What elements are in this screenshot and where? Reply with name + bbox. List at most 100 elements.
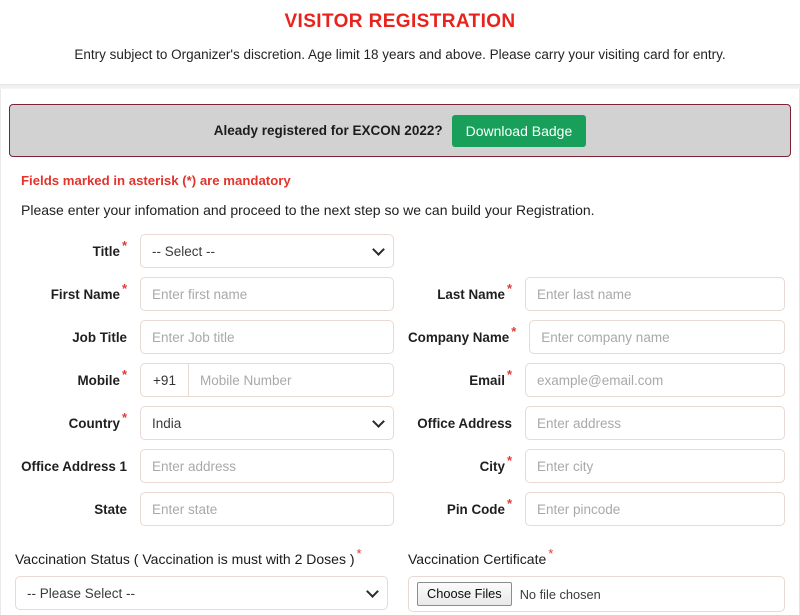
required-asterisk: * [356, 546, 362, 562]
field-state: State [15, 492, 400, 526]
field-pin-code: Pin Code * [400, 492, 785, 526]
form-row-title: Title * -- Select -- [15, 234, 785, 268]
download-badge-button[interactable]: Download Badge [451, 114, 587, 147]
no-file-chosen-text: No file chosen [519, 586, 601, 602]
vaccination-status-group: Vaccination Status ( Vaccination is must… [15, 547, 400, 612]
office-address-1-input[interactable] [140, 449, 394, 483]
control-office-address-1 [140, 449, 394, 483]
control-first-name [140, 277, 394, 311]
registration-card: Aleady registered for EXCON 2022? Downlo… [0, 89, 800, 615]
title-select-wrapper: -- Select -- [140, 234, 394, 268]
label-last-name-text: Last Name [437, 286, 505, 302]
control-last-name [525, 277, 785, 311]
field-country: Country * India [15, 406, 400, 440]
required-asterisk: * [506, 496, 512, 512]
label-office-address-text: Office Address [417, 415, 512, 431]
label-pin-code-text: Pin Code [446, 501, 505, 517]
intro-note: Please enter your infomation and proceed… [21, 202, 595, 218]
field-company-name: Company Name * [400, 320, 785, 354]
field-mobile: Mobile * +91 [15, 363, 400, 397]
label-company-name: Company Name * [408, 325, 529, 345]
label-title: Title * [15, 239, 140, 259]
label-country: Country * [15, 411, 140, 431]
last-name-input[interactable] [525, 277, 785, 311]
control-country: India [140, 406, 394, 440]
label-mobile: Mobile * [15, 368, 140, 388]
office-address-input[interactable] [525, 406, 785, 440]
required-asterisk: * [121, 238, 127, 254]
field-city: City * [400, 449, 785, 483]
required-asterisk: * [548, 546, 554, 562]
vaccination-certificate-file-input[interactable]: Choose Files No file chosen [408, 576, 785, 612]
form-row-names: First Name* Last Name* [15, 277, 785, 311]
page-subtitle: Entry subject to Organizer's discretion.… [74, 47, 726, 62]
label-city-text: City [479, 458, 505, 474]
field-job-title: Job Title [15, 320, 400, 354]
control-title: -- Select -- [140, 234, 394, 268]
label-office-address: Office Address [408, 416, 525, 431]
required-asterisk: * [121, 281, 127, 297]
job-title-input[interactable] [140, 320, 394, 354]
field-last-name: Last Name * [400, 277, 785, 311]
form-row-country-address: Country * India Office Address [15, 406, 785, 440]
field-first-name: First Name * [15, 277, 400, 311]
title-select[interactable]: -- Select -- [140, 234, 394, 268]
label-last-name: Last Name * [408, 282, 525, 302]
required-asterisk: * [506, 367, 512, 383]
control-job-title [140, 320, 394, 354]
country-code-prefix: +91 [140, 363, 188, 397]
label-company-name-text: Company Name [408, 329, 510, 345]
control-mobile: +91 [140, 363, 394, 397]
label-vaccination-certificate-text: Vaccination Certificate [408, 551, 547, 567]
label-office-address-1-text: Office Address 1 [21, 458, 127, 474]
visitor-registration-page: VISITOR REGISTRATION Entry subject to Or… [0, 0, 800, 615]
label-state: State [15, 502, 140, 517]
field-empty-1 [400, 234, 785, 268]
mobile-input-group: +91 [140, 363, 394, 397]
required-asterisk: * [121, 410, 127, 426]
form-row-mobile-email: Mobile* +91 Email* [15, 363, 785, 397]
choose-files-button[interactable]: Choose Files [417, 582, 512, 606]
label-pin-code: Pin Code * [408, 497, 525, 517]
pin-code-input[interactable] [525, 492, 785, 526]
control-pin-code [525, 492, 785, 526]
control-office-address [525, 406, 785, 440]
label-vaccination-status: Vaccination Status ( Vaccination is must… [15, 547, 388, 567]
label-state-text: State [94, 501, 127, 517]
field-office-address-1: Office Address 1 [15, 449, 400, 483]
required-asterisk: * [511, 324, 517, 340]
company-name-input[interactable] [529, 320, 785, 354]
required-asterisk: * [121, 367, 127, 383]
label-first-name: First Name * [15, 282, 140, 301]
control-email [525, 363, 785, 397]
label-title-text: Title [92, 243, 120, 259]
label-country-text: Country [68, 415, 120, 431]
label-vaccination-status-text: Vaccination Status ( Vaccination is must… [15, 551, 355, 567]
required-asterisk: * [506, 453, 512, 469]
vaccination-status-select-wrapper: -- Please Select -- [15, 576, 388, 610]
label-city: City * [408, 454, 525, 474]
country-select[interactable]: India [140, 406, 394, 440]
label-vaccination-certificate: Vaccination Certificate * [408, 547, 785, 567]
label-mobile-text: Mobile [77, 372, 120, 388]
control-city [525, 449, 785, 483]
first-name-input[interactable] [140, 277, 394, 311]
city-input[interactable] [525, 449, 785, 483]
notes-section: Fields marked in asterisk (*) are mandat… [1, 157, 799, 218]
label-office-address-1: Office Address 1 [15, 459, 140, 474]
already-registered-text: Aleady registered for EXCON 2022? [213, 123, 443, 138]
page-header: VISITOR REGISTRATION Entry subject to Or… [0, 0, 800, 84]
mobile-input[interactable] [188, 363, 394, 397]
label-job-title: Job Title [15, 330, 140, 345]
label-job-title-text: Job Title [72, 329, 127, 345]
already-registered-alert: Aleady registered for EXCON 2022? Downlo… [9, 104, 791, 157]
registration-form: Title * -- Select -- First Name * Enter … [1, 232, 799, 526]
form-row-job-company: Job Title Company Name* [15, 320, 785, 354]
form-row-address1-city: Office Address 1 City* [15, 449, 785, 483]
page-title: VISITOR REGISTRATION [284, 11, 516, 32]
email-input[interactable] [525, 363, 785, 397]
field-title: Title * -- Select -- [15, 234, 400, 268]
vaccination-status-select[interactable]: -- Please Select -- [15, 576, 388, 610]
state-input[interactable] [140, 492, 394, 526]
form-row-state-pincode: State Pin Code* [15, 492, 785, 526]
